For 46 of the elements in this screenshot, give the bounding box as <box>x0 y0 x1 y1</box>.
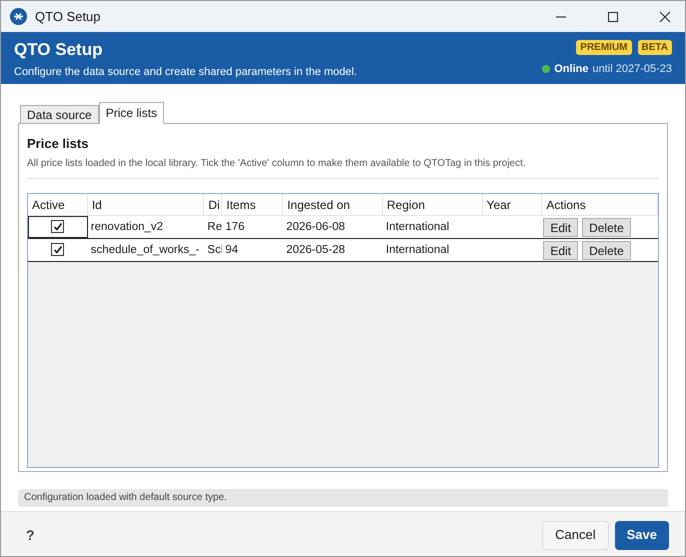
table-cell: Scl <box>207 244 222 256</box>
tab[interactable]: Data source <box>20 105 99 124</box>
tab[interactable]: Price lists <box>98 102 164 124</box>
table-cell: renovation_v2 <box>90 220 164 232</box>
online-status: Online <box>554 62 588 77</box>
status-bar: Configuration loaded with default source type. <box>18 489 668 507</box>
help-button[interactable]: ? <box>26 524 35 546</box>
table-row[interactable]: schedule_of_works_- Scl 94 2026-05-28 International Edit Delete <box>28 238 658 262</box>
column-header[interactable]: Ingested on <box>283 194 383 214</box>
column-header[interactable]: Items <box>222 194 284 214</box>
active-checkbox[interactable] <box>51 220 64 233</box>
column-header[interactable]: Year <box>482 194 542 214</box>
table-cell: International <box>386 244 450 256</box>
table-row[interactable]: renovation_v2 Re 176 2026-06-08 International Edit Delete <box>28 216 658 238</box>
header-subtitle: Configure the data source and create shared parameters in the model. <box>14 65 358 80</box>
table-cell: 2026-06-08 <box>286 220 346 232</box>
column-header[interactable]: Region <box>382 194 483 214</box>
checkmark-icon <box>52 222 63 232</box>
row-action-button[interactable]: Delete <box>582 218 631 237</box>
column-header[interactable]: Actions <box>542 194 658 214</box>
app-logo-icon <box>10 8 27 25</box>
table-cell: 2026-05-28 <box>286 244 346 256</box>
window-title: QTO Setup <box>35 8 101 26</box>
active-checkbox[interactable] <box>51 243 64 256</box>
table-cell: 176 <box>225 220 245 232</box>
table-cell: International <box>386 220 450 232</box>
plan-badge: PREMIUM <box>576 40 632 55</box>
status-detail: until 2027-05-23 <box>592 62 672 77</box>
table-cell: schedule_of_works_- <box>90 244 200 256</box>
table-cell: 94 <box>225 244 238 256</box>
cancel-button[interactable]: Cancel <box>542 520 609 550</box>
header-title: QTO Setup <box>14 40 104 60</box>
close-icon[interactable] <box>659 10 671 22</box>
row-action-button[interactable]: Delete <box>582 241 631 260</box>
maximize-icon[interactable] <box>607 10 619 22</box>
column-header[interactable]: Active <box>28 194 88 214</box>
save-button[interactable]: Save <box>614 520 669 550</box>
table-cell: Re <box>207 220 222 232</box>
row-action-button[interactable]: Edit <box>543 241 578 260</box>
section-description: All price lists loaded in the local library. Tick the 'Active' column to make them available to QTOTag in this project. <box>27 156 659 178</box>
section-title: Price lists <box>27 135 90 153</box>
checkmark-icon <box>52 244 63 254</box>
row-action-button[interactable]: Edit <box>543 218 578 237</box>
column-header[interactable]: Id <box>88 194 204 214</box>
column-header[interactable]: Di <box>204 194 222 214</box>
plan-badge: BETA <box>638 40 672 55</box>
